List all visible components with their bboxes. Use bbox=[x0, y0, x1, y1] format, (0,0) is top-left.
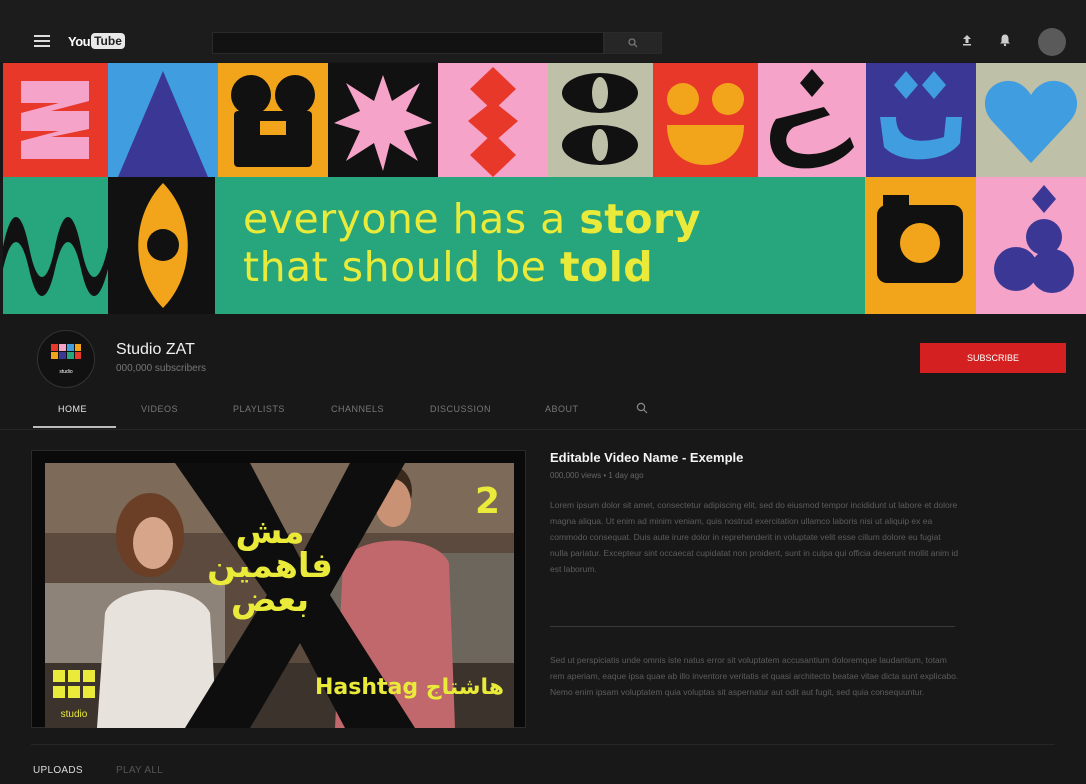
slogan-line-2-bold: told bbox=[559, 243, 654, 291]
description-divider bbox=[550, 626, 955, 627]
avatar-studio-text: studio bbox=[59, 368, 73, 375]
slogan-line-2-regular: that should be bbox=[243, 243, 560, 291]
thumbnail-hashtag: Hashtag هاشتاج bbox=[315, 675, 505, 700]
channel-search-icon[interactable] bbox=[636, 402, 648, 414]
smiley-face-icon bbox=[667, 83, 744, 165]
notifications-bell-icon[interactable] bbox=[998, 33, 1012, 47]
eyes-icon bbox=[562, 73, 638, 165]
channel-avatar[interactable]: studio bbox=[37, 330, 95, 388]
uploads-section-title[interactable]: UPLOADS bbox=[33, 765, 83, 776]
search-button[interactable] bbox=[604, 32, 662, 54]
film-camera-icon bbox=[231, 75, 315, 167]
arabic-letter-dots-icon bbox=[994, 185, 1074, 293]
banner-tile-wave bbox=[3, 177, 108, 314]
eye-icon bbox=[138, 183, 188, 308]
studio-zat-logo-icon bbox=[51, 343, 81, 359]
channel-banner: everyone has a story that should be told bbox=[3, 63, 1086, 314]
banner-tile-arabic-fa bbox=[976, 177, 1086, 314]
tab-about[interactable]: ABOUT bbox=[545, 404, 579, 414]
banner-tile-smiley bbox=[653, 63, 758, 177]
thumbnail-logo-text: studio bbox=[60, 709, 88, 720]
play-all-button[interactable]: PLAY ALL bbox=[116, 765, 163, 776]
arabic-letter-dots-icon bbox=[880, 71, 962, 160]
tab-videos[interactable]: VIDEOS bbox=[141, 404, 178, 414]
search-input[interactable] bbox=[212, 32, 604, 54]
slogan-line-1-regular: everyone has a bbox=[243, 195, 580, 243]
logo-you-text: You bbox=[68, 33, 91, 49]
featured-video-description-2: Sed ut perspiciatis unde omnis iste natu… bbox=[550, 655, 959, 697]
banner-tile-arabic-kha bbox=[758, 63, 866, 177]
zigzag-diamonds-icon bbox=[468, 67, 518, 177]
starburst-icon bbox=[334, 75, 432, 171]
section-divider bbox=[31, 744, 1055, 745]
banner-tile-camera-reel bbox=[218, 63, 328, 177]
logo-tube-text: Tube bbox=[91, 33, 125, 49]
search-icon bbox=[628, 38, 638, 48]
banner-tile-eyes bbox=[548, 63, 653, 177]
banner-tile-triangle bbox=[108, 63, 218, 177]
banner-slogan-line-2: that should be told bbox=[243, 243, 653, 291]
heart-icon bbox=[984, 80, 1078, 163]
banner-tile-eye bbox=[108, 177, 218, 314]
top-bar: You Tube bbox=[0, 0, 1086, 62]
tab-home[interactable]: HOME bbox=[58, 404, 87, 414]
banner-tile-diamonds bbox=[438, 63, 548, 177]
active-tab-indicator bbox=[33, 426, 116, 428]
featured-video-title[interactable]: Editable Video Name - Exemple bbox=[550, 450, 743, 465]
camera-icon bbox=[877, 195, 963, 283]
tab-discussion[interactable]: DISCUSSION bbox=[430, 404, 491, 414]
banner-tile-starburst bbox=[328, 63, 438, 177]
wave-icon bbox=[3, 217, 108, 296]
banner-tile-heart bbox=[976, 63, 1086, 177]
banner-slogan: everyone has a story that should be told bbox=[215, 177, 865, 314]
thumbnail-arabic-title: مش فاهمين بعض bbox=[207, 512, 333, 620]
tabs-divider bbox=[0, 429, 1086, 430]
account-avatar[interactable] bbox=[1038, 28, 1066, 56]
letter-z-icon bbox=[21, 81, 89, 159]
tab-playlists[interactable]: PLAYLISTS bbox=[233, 404, 285, 414]
subscriber-count: 000,000 subscribers bbox=[116, 363, 207, 374]
triangle-icon bbox=[118, 71, 208, 177]
thumbnail-episode-number: 2 bbox=[475, 481, 501, 522]
slogan-line-1-bold: story bbox=[579, 195, 701, 243]
subscribe-button[interactable]: SUBSCRIBE bbox=[920, 343, 1066, 373]
upload-icon[interactable] bbox=[960, 33, 974, 47]
youtube-logo[interactable]: You Tube bbox=[68, 31, 125, 51]
banner-tile-z bbox=[3, 63, 108, 177]
studio-zat-logo-icon bbox=[53, 670, 95, 698]
arabic-letter-icon bbox=[770, 69, 854, 169]
featured-video-meta: 000,000 views • 1 day ago bbox=[550, 471, 644, 480]
tab-channels[interactable]: CHANNELS bbox=[331, 404, 384, 414]
featured-video-description: Lorem ipsum dolor sit amet, consectetur … bbox=[550, 500, 959, 574]
channel-name[interactable]: Studio ZAT bbox=[116, 341, 195, 359]
menu-icon[interactable] bbox=[34, 35, 50, 47]
featured-video-thumbnail[interactable]: مش فاهمين بعض 2 Hashtag هاشتاج studio bbox=[45, 463, 514, 728]
channel-tabs: HOME VIDEOS PLAYLISTS CHANNELS DISCUSSIO… bbox=[0, 392, 1086, 430]
banner-tile-camera bbox=[865, 177, 976, 314]
thumbnail-studio-logo: studio bbox=[51, 668, 97, 720]
banner-tile-arabic-ta bbox=[866, 63, 976, 177]
banner-slogan-line-1: everyone has a story bbox=[243, 195, 701, 243]
